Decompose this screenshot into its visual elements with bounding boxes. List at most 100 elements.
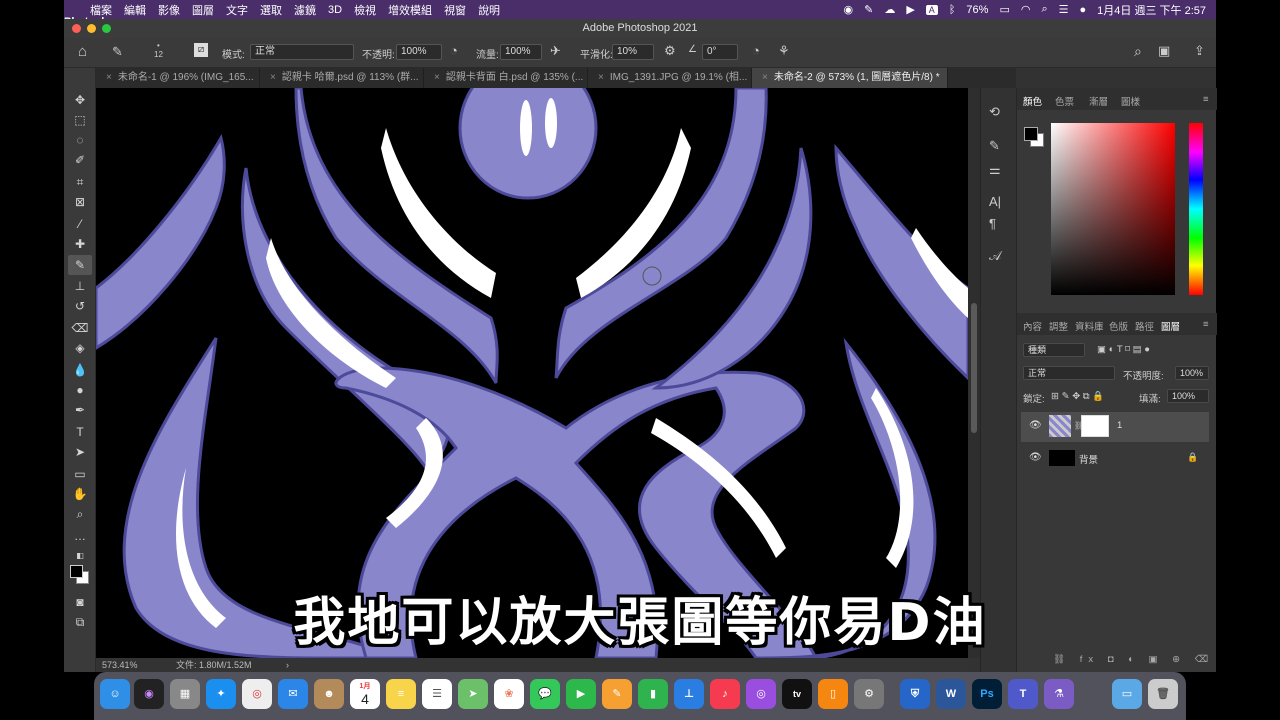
messages-icon[interactable]: 💬 <box>530 679 560 709</box>
pressure-size-icon[interactable]: ◔ <box>752 43 760 58</box>
angle-icon[interactable]: ∠ <box>688 44 697 55</box>
paint-bucket-tool-icon[interactable]: ◈ <box>68 338 92 358</box>
menu-help[interactable]: 說明 <box>478 2 500 18</box>
tab-layers[interactable]: 圖層 <box>1161 319 1180 333</box>
finder-icon[interactable]: ☺ <box>100 679 130 709</box>
search-icon[interactable]: ⌕ <box>1041 3 1047 16</box>
bluetooth-icon[interactable]: ᛒ <box>949 4 956 16</box>
launchpad-icon[interactable]: ▦ <box>170 679 200 709</box>
pressure-opacity-icon[interactable]: ◔ <box>450 43 458 58</box>
tab-properties[interactable]: 內容 <box>1023 319 1042 333</box>
history-brush-tool-icon[interactable]: ↺ <box>68 296 92 316</box>
chrome-icon[interactable]: ◎ <box>242 679 272 709</box>
frame-tool-icon[interactable]: ⊠ <box>68 192 92 212</box>
dodge-tool-icon[interactable]: ● <box>68 380 92 400</box>
layer-filter-select[interactable]: 種類 <box>1023 343 1085 357</box>
close-window-button[interactable] <box>72 24 81 33</box>
tab-document-1[interactable]: × 未命名-1 @ 196% (IMG_165... <box>96 68 260 88</box>
trash-icon[interactable]: 🗑 <box>1148 679 1178 709</box>
share-icon[interactable]: ⇪ <box>1194 43 1205 59</box>
layer-name[interactable]: 背景 <box>1079 452 1098 466</box>
scroll-thumb[interactable] <box>971 303 977 433</box>
search-icon[interactable]: ⌕ <box>1134 43 1142 60</box>
color-field[interactable] <box>1051 123 1175 295</box>
tab-document-3[interactable]: × 認親卡背面 白.psd @ 135% (... <box>424 68 588 88</box>
tab-gradients[interactable]: 漸層 <box>1089 94 1108 108</box>
menu-window[interactable]: 視窗 <box>444 2 466 18</box>
record-icon[interactable]: ◉ <box>844 3 854 16</box>
default-colors-icon[interactable]: ◧ <box>68 546 92 566</box>
menu-edit[interactable]: 編輯 <box>124 2 146 18</box>
brush-tool-preset-icon[interactable]: ✎ <box>112 44 123 60</box>
glyphs-panel-icon[interactable]: 𝒜 <box>989 248 1001 264</box>
podcasts-icon[interactable]: ◎ <box>746 679 776 709</box>
more-tools-icon[interactable]: … <box>68 526 92 546</box>
lasso-tool-icon[interactable]: ◌ <box>68 130 92 150</box>
siri-icon[interactable]: ● <box>1080 4 1087 16</box>
layer-footer-icons[interactable]: ⛓ fx ◘ ◐ ▣ ⊕ ⌫ <box>1053 654 1214 665</box>
tab-color[interactable]: 顏色 <box>1023 94 1042 108</box>
close-tab-icon[interactable]: × <box>434 72 440 83</box>
panel-menu-icon[interactable]: ≡ <box>1203 319 1209 330</box>
smoothing-options-icon[interactable]: ⚙ <box>664 43 676 59</box>
fill-field[interactable]: 100% <box>1167 389 1209 403</box>
battery-icon[interactable]: ▭ <box>999 3 1009 16</box>
workspace-icon[interactable]: ▣ <box>1158 43 1170 59</box>
path-select-tool-icon[interactable]: ➤ <box>68 442 92 462</box>
paragraph-panel-icon[interactable]: ¶ <box>989 216 996 231</box>
layer-name[interactable]: 1 <box>1117 420 1122 431</box>
music-icon[interactable]: ♪ <box>710 679 740 709</box>
hand-tool-icon[interactable]: ✋ <box>68 484 92 504</box>
filter-icons[interactable]: ▣ ◐ T ⌑ ▤ ● <box>1097 344 1150 355</box>
wifi-icon[interactable]: ◠ <box>1021 3 1031 16</box>
close-tab-icon[interactable]: × <box>106 72 112 83</box>
type-tool-icon[interactable]: T <box>68 422 92 442</box>
folder-icon[interactable]: ▭ <box>1112 679 1142 709</box>
calendar-icon[interactable]: 1月 4 <box>350 679 380 709</box>
maps-icon[interactable]: ➤ <box>458 679 488 709</box>
photos-icon[interactable]: ❀ <box>494 679 524 709</box>
system-preferences-icon[interactable]: ⚙ <box>854 679 884 709</box>
tab-libraries[interactable]: 資料庫 <box>1075 319 1104 333</box>
vertical-scrollbar[interactable] <box>968 88 980 658</box>
panel-menu-icon[interactable]: ≡ <box>1203 94 1209 105</box>
angle-field[interactable]: 0° <box>702 44 738 60</box>
tab-patterns[interactable]: 圖樣 <box>1121 94 1140 108</box>
airbrush-icon[interactable]: ✈ <box>550 43 561 59</box>
layer-row[interactable]: 👁 ⛓ 1 <box>1021 412 1209 442</box>
hue-slider[interactable] <box>1189 123 1203 295</box>
history-panel-icon[interactable]: ⟲ <box>989 104 1000 120</box>
menu-type[interactable]: 文字 <box>226 2 248 18</box>
pages-icon[interactable]: ✎ <box>602 679 632 709</box>
notes-icon[interactable]: ≡ <box>386 679 416 709</box>
status-chevron-icon[interactable]: › <box>286 658 289 672</box>
tv-icon[interactable]: tv <box>782 679 812 709</box>
teams-icon[interactable]: T <box>1008 679 1038 709</box>
safari-icon[interactable]: ✦ <box>206 679 236 709</box>
clock[interactable]: 1月4日 週三 下午 2:57 <box>1097 2 1206 18</box>
keynote-icon[interactable]: ⊥ <box>674 679 704 709</box>
pen-tool-icon[interactable]: ✒ <box>68 400 92 420</box>
brush-tool-icon[interactable]: ✎ <box>68 255 92 275</box>
creative-cloud-icon[interactable]: ☁ <box>884 3 895 16</box>
numbers-icon[interactable]: ▮ <box>638 679 668 709</box>
contacts-icon[interactable]: ☻ <box>314 679 344 709</box>
mode-select[interactable]: 正常 <box>250 44 354 60</box>
menu-3d[interactable]: 3D <box>328 4 342 16</box>
menu-filter[interactable]: 濾鏡 <box>294 2 316 18</box>
zoom-window-button[interactable] <box>102 24 111 33</box>
menu-view[interactable]: 檢視 <box>354 2 376 18</box>
layer-mask-thumbnail[interactable] <box>1081 415 1109 437</box>
layer-row[interactable]: 👁 背景 🔒 <box>1021 444 1209 472</box>
zoom-level[interactable]: 573.41% <box>102 658 138 672</box>
pen-icon[interactable]: ✎ <box>864 3 873 16</box>
word-icon[interactable]: W <box>936 679 966 709</box>
move-tool-icon[interactable]: ✥ <box>68 90 92 110</box>
foreground-color-swatch[interactable] <box>70 565 83 578</box>
eraser-tool-icon[interactable]: ⌫ <box>68 318 92 338</box>
symmetry-icon[interactable]: ⚘ <box>778 43 790 59</box>
menu-select[interactable]: 選取 <box>260 2 282 18</box>
marquee-tool-icon[interactable]: ⬚ <box>68 110 92 130</box>
lock-icons[interactable]: ⊞ ✎ ✥ ⧉ 🔒 <box>1051 391 1104 402</box>
zoom-tool-icon[interactable]: ⌕ <box>68 504 92 524</box>
